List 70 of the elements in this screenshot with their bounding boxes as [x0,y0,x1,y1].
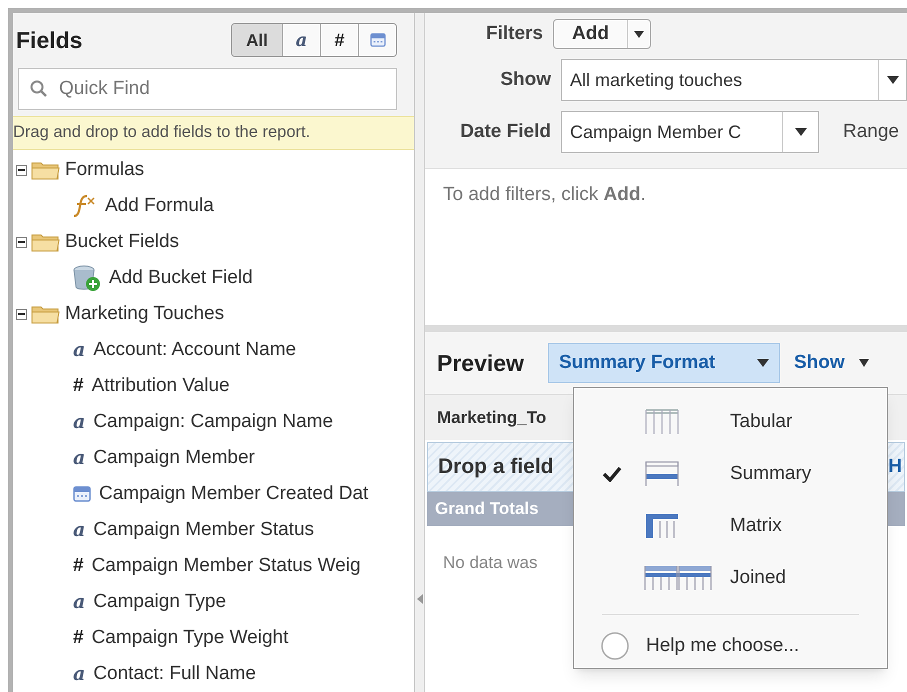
date-field-label: Date Field [459,120,551,144]
collapse-icon[interactable] [16,308,27,320]
help-icon [600,631,630,661]
type-filter-button[interactable]: a [282,24,320,56]
text-type-icon: a [73,408,86,436]
tabular-layout-icon [644,408,680,436]
menu-item[interactable]: Summary [574,448,887,500]
text-type-icon: a [73,516,86,544]
type-filter-button[interactable]: # [320,24,358,56]
search-field[interactable]: Quick Find [18,68,397,110]
show-select[interactable]: All marketing touches [561,59,907,101]
folder-icon [31,160,61,180]
number-type-icon: # [73,624,84,652]
number-type-icon: # [73,372,84,400]
folder-icon [31,304,61,324]
caret-icon [886,76,898,84]
no-data-message: No data was [443,553,538,572]
help-link[interactable]: Help me choose... [600,631,887,661]
field-item[interactable]: Add Bucket Field [109,264,253,292]
date-field-select[interactable]: Campaign Member C [561,111,819,153]
text-type-icon: a [73,444,86,472]
number-type-icon: # [73,552,84,580]
summary-layout-icon [644,460,680,488]
show-button[interactable]: Show [794,348,845,378]
field-item[interactable]: Attribution Value [92,372,230,400]
format-button[interactable]: Summary Format [548,343,780,383]
collapse-icon[interactable] [16,236,27,248]
empty-message: To add filters, click Add. [443,184,646,205]
field-item[interactable]: Add Formula [105,192,214,220]
hint-text: Drag and drop to add fields to the report. [13,116,414,150]
grand-totals-label: Grand Totals [435,498,539,520]
collapse-icon[interactable] [16,164,27,176]
folder-label[interactable]: Bucket Fields [65,228,180,256]
type-filter-button[interactable]: All [232,24,282,56]
caret-icon [794,128,806,136]
text-type-icon: a [73,588,86,616]
field-item[interactable]: Account: Account Name [93,336,296,364]
calendar-icon [73,486,91,502]
matrix-layout-icon [644,512,680,540]
field-item[interactable]: Campaign Member [93,444,255,472]
caret-icon [634,30,644,38]
menu-item[interactable]: Joined [574,552,887,604]
column-header: Marketing_To [437,406,546,429]
caret-icon [858,359,869,367]
range-label: Range [843,120,899,144]
search-icon [30,80,48,98]
folder-label[interactable]: Formulas [65,156,144,184]
bucket-icon [71,264,101,292]
calendar-icon [370,33,386,48]
folder-icon [31,232,61,252]
caret-icon [756,359,769,367]
text-type-icon: a [73,336,86,364]
field-item[interactable]: Campaign Type [93,588,226,616]
field-item[interactable]: Campaign Member Status [93,516,314,544]
field-item[interactable]: Campaign: Campaign Name [93,408,334,436]
folder-label[interactable]: Marketing Touches [65,300,224,328]
filters-label: Filters [484,22,543,46]
menu-item[interactable]: Matrix [574,500,887,552]
show-label: Show [499,68,551,92]
panel-title: Fields [16,26,82,55]
field-item[interactable]: Contact: Full Name [93,660,256,688]
menu-item[interactable]: Tabular [574,396,887,448]
field-item[interactable]: Campaign Member Created Dat [99,480,368,508]
joined-layout-icon [644,564,712,592]
field-item[interactable]: Campaign Member Status Weig [92,552,361,580]
type-filter-button[interactable] [358,24,396,56]
formula-icon [71,194,97,218]
field-item[interactable]: Campaign Type Weight [92,624,288,652]
text-type-icon: a [73,660,86,688]
preview-title: Preview [437,348,524,378]
